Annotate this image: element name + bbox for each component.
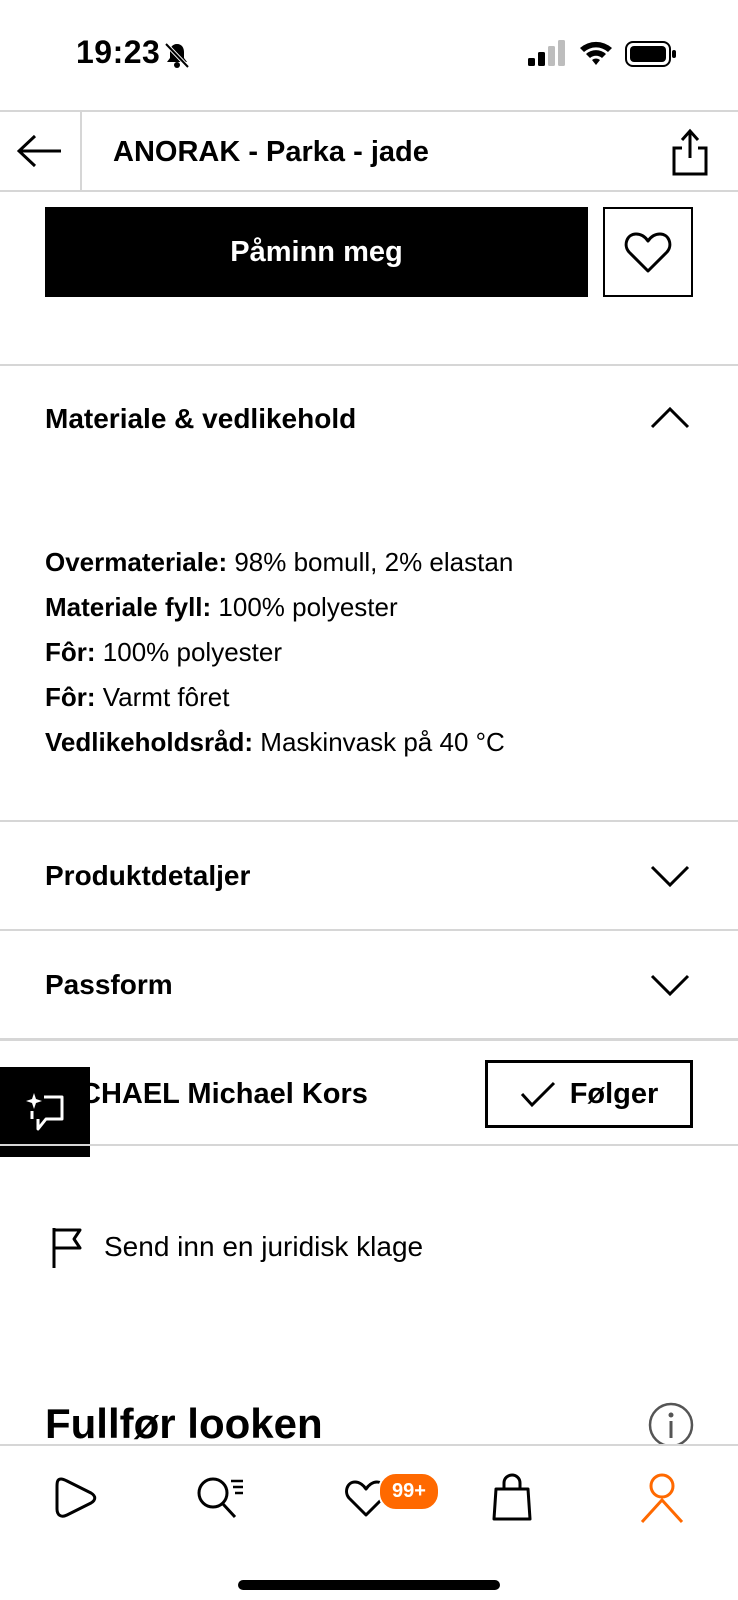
- divider: [0, 929, 738, 931]
- follow-label: Følger: [569, 1077, 659, 1110]
- accordion-material-title[interactable]: Materiale & vedlikehold: [45, 403, 356, 435]
- status-bar: 19:23: [0, 0, 738, 110]
- brand-name[interactable]: CHAEL Michael Kors: [80, 1078, 368, 1111]
- chevron-up-icon[interactable]: [650, 406, 690, 430]
- accordion-fit-title[interactable]: Passform: [45, 969, 173, 1001]
- search-icon: [197, 1477, 243, 1519]
- battery-icon: [625, 41, 676, 67]
- material-row: Materiale fyll: 100% polyester: [45, 592, 398, 622]
- add-to-wishlist-button[interactable]: [603, 207, 693, 297]
- legal-complaint-link[interactable]: Send inn en juridisk klage: [50, 1226, 423, 1268]
- material-list: Overmateriale: 98% bomull, 2% elastan Ma…: [45, 540, 513, 765]
- checkmark-icon: [520, 1081, 555, 1108]
- divider: [0, 820, 738, 822]
- profile-icon: [640, 1473, 684, 1524]
- material-row: Fôr: Varmt fôret: [45, 682, 230, 712]
- follow-brand-button[interactable]: Følger: [485, 1060, 693, 1128]
- back-button[interactable]: [0, 112, 82, 190]
- chevron-down-icon[interactable]: [650, 973, 690, 997]
- cellular-signal-icon: [528, 40, 565, 66]
- flag-icon: [52, 1228, 82, 1268]
- status-time: 19:23: [76, 34, 161, 70]
- product-header: ANORAK - Parka - jade: [0, 110, 738, 192]
- wishlist-count-badge: 99+: [378, 1472, 440, 1511]
- nav-home[interactable]: [48, 1470, 104, 1526]
- page-title: ANORAK - Parka - jade: [113, 136, 429, 168]
- bell-muted-icon: [164, 42, 190, 69]
- legal-complaint-label: Send inn en juridisk klage: [104, 1231, 424, 1262]
- nav-search[interactable]: [192, 1470, 248, 1526]
- home-play-icon: [55, 1477, 97, 1518]
- divider: [0, 364, 738, 366]
- bottom-navigation: 99+: [0, 1444, 738, 1600]
- share-icon[interactable]: [670, 128, 710, 176]
- divider: [0, 1144, 738, 1146]
- chevron-down-icon[interactable]: [650, 864, 690, 888]
- info-icon[interactable]: [648, 1402, 694, 1448]
- divider: [0, 1038, 738, 1041]
- shopping-bag-icon: [492, 1473, 532, 1521]
- nav-profile[interactable]: [634, 1470, 690, 1526]
- material-row: Fôr: 100% polyester: [45, 637, 282, 667]
- material-row: Overmateriale: 98% bomull, 2% elastan: [45, 547, 514, 577]
- nav-bag[interactable]: [484, 1470, 540, 1526]
- complete-look-heading: Fullfør looken: [45, 1400, 323, 1447]
- sparkle-chat-icon: [26, 1093, 64, 1131]
- accordion-details-title[interactable]: Produktdetaljer: [45, 860, 250, 892]
- heart-icon: [624, 232, 672, 273]
- remind-me-button[interactable]: Påminn meg: [45, 207, 588, 297]
- arrow-left-icon: [17, 134, 61, 168]
- home-indicator: [238, 1580, 500, 1590]
- wifi-icon: [580, 41, 612, 65]
- material-row: Vedlikeholdsråd: Maskinvask på 40 °C: [45, 727, 505, 757]
